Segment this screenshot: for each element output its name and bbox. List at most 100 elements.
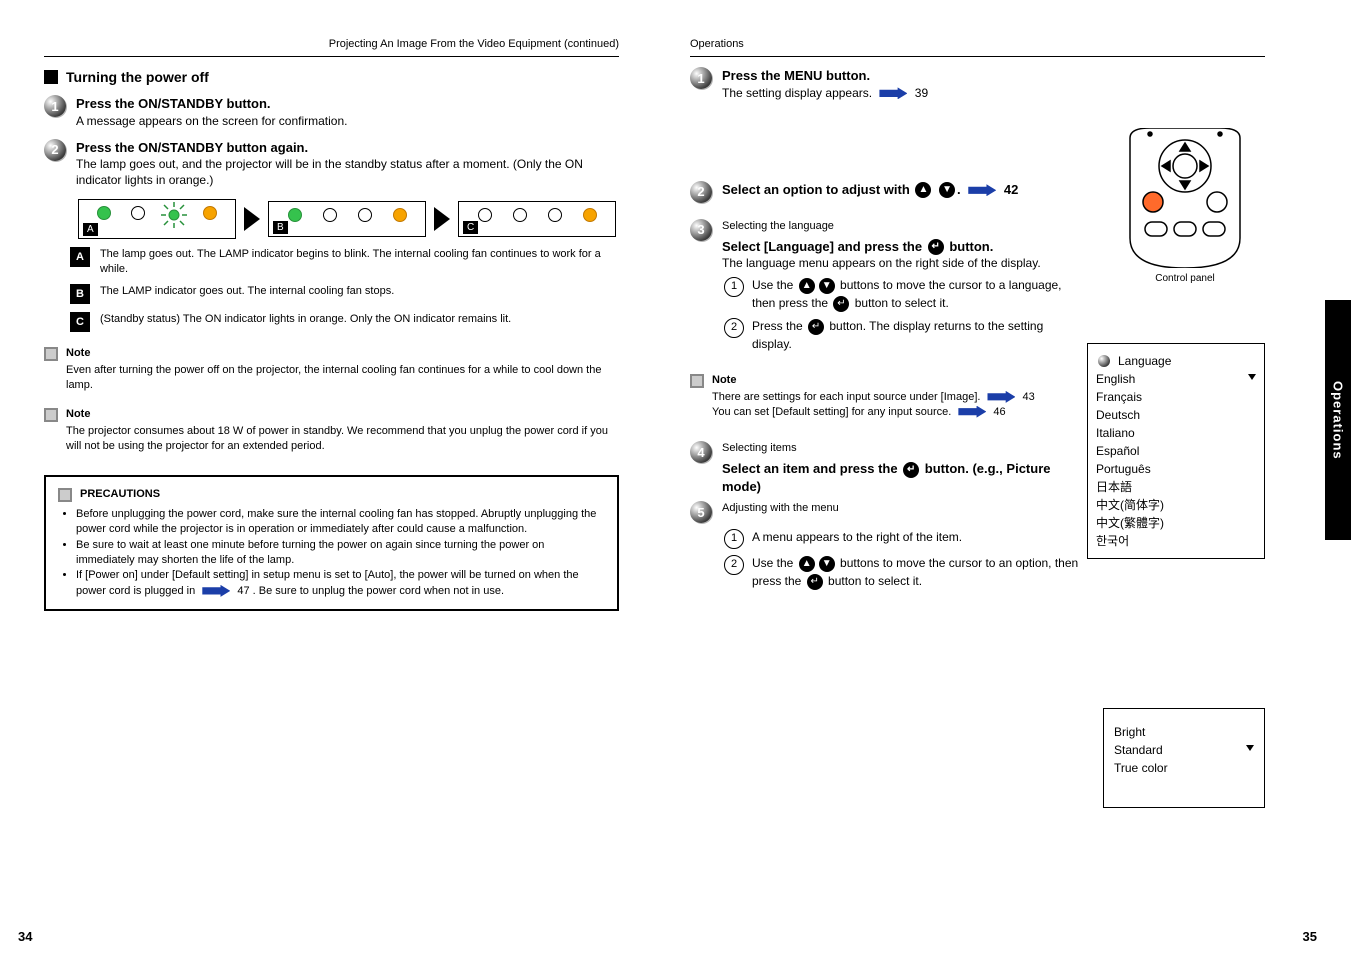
r-step-3-sub-2: 2 Press the ↵ button. The display return… [724, 318, 1084, 353]
section-title-power-off: Turning the power off [44, 69, 619, 85]
r-step-3: 3 Selecting the language Select [Languag… [690, 219, 1070, 272]
language-option: Português [1096, 460, 1256, 478]
led-blink-green-icon [165, 206, 183, 224]
page-number-right: 35 [1303, 929, 1317, 944]
down-button-icon: ▼ [939, 182, 955, 198]
led-on-green-icon [288, 208, 302, 222]
led-panels-row: A B C [78, 199, 619, 239]
caution-item-3: If [Power on] under [Default setting] in… [76, 568, 605, 599]
page-number-left: 34 [18, 929, 32, 944]
side-tab-operations: Operations [1325, 300, 1351, 540]
section-bullet-icon [44, 70, 58, 84]
note-title: Note [66, 407, 619, 422]
panel-a-tag: A [70, 247, 90, 267]
panel-c-text: (Standby status) The ON indicator lights… [100, 312, 511, 327]
r-step-4: 4 Selecting items Select an item and pre… [690, 441, 1080, 495]
enter-button-icon: ↵ [833, 296, 849, 312]
note-icon [690, 374, 704, 388]
note-icon [44, 408, 58, 422]
led-off-icon [323, 208, 337, 222]
step-2-desc: The lamp goes out, and the projector wil… [76, 156, 619, 188]
r-step-1-number-icon: 1 [690, 67, 712, 89]
caution-title: PRECAUTIONS [80, 487, 160, 502]
enter-button-icon: ↵ [903, 462, 919, 478]
r-step-5-sub-2: 2 Use the ▲▼ buttons to move the cursor … [724, 555, 1084, 590]
enter-button-icon: ↵ [928, 239, 944, 255]
panel-b-tag: B [70, 284, 90, 304]
picture-mode-option: Bright [1114, 723, 1254, 741]
precautions-box: PRECAUTIONS Before unplugging the power … [44, 475, 619, 611]
r-step-5: 5 Adjusting with the menu [690, 501, 1080, 523]
panel-b-text: The LAMP indicator goes out. The interna… [100, 284, 394, 299]
language-option: 中文(简体字) [1096, 496, 1256, 514]
led-panel-a-label: A [83, 223, 98, 236]
note-standby-power: Note The projector consumes about 18 W o… [44, 407, 619, 454]
step-1-lead: Press the ON/STANDBY button. [76, 95, 619, 113]
down-button-icon: ▼ [819, 556, 835, 572]
r-step-1-lead: Press the MENU button. [722, 67, 1080, 85]
arrow-right-icon [244, 207, 260, 231]
r-step-5-sub-1: 1 A menu appears to the right of the ite… [724, 529, 1084, 549]
r-step-3-number-icon: 3 [690, 219, 712, 241]
panel-a-text: The lamp goes out. The LAMP indicator be… [100, 247, 619, 277]
caution-item-2: Be sure to wait at least one minute befo… [76, 538, 605, 569]
page-ref-arrow-icon [958, 406, 986, 418]
led-off-icon [358, 208, 372, 222]
r-step-2-ref: 42 [1004, 182, 1018, 197]
led-panel-a: A [78, 199, 236, 239]
note-body: The projector consumes about 18 W of pow… [66, 424, 619, 454]
remote-caption: Control panel [1105, 273, 1265, 284]
led-on-orange-icon [203, 206, 217, 220]
language-option: 한국어 [1096, 532, 1256, 550]
language-option: 中文(繁體字) [1096, 514, 1256, 532]
page-ref-arrow-icon [987, 391, 1015, 403]
r-step-2-number-icon: 2 [690, 181, 712, 203]
led-panel-b: B [268, 201, 426, 237]
picture-mode-menu: Bright Standard True color [1103, 708, 1265, 808]
menu-ball-icon [1098, 355, 1110, 367]
led-on-orange-icon [583, 208, 597, 222]
language-option-selected: English [1096, 370, 1256, 388]
led-on-green-icon [97, 206, 111, 220]
r-step-2: 2 Select an option to adjust with ▲ ▼. 4… [690, 181, 1160, 203]
language-option: Español [1096, 442, 1256, 460]
r-step-1: 1 Press the MENU button. The setting dis… [690, 67, 1080, 171]
note-icon [44, 347, 58, 361]
panel-b-desc: B The LAMP indicator goes out. The inter… [70, 284, 619, 304]
step-1-desc: A message appears on the screen for conf… [76, 113, 619, 129]
r-step-3-desc: The language menu appears on the right s… [722, 255, 1070, 271]
page-ref-arrow-icon [879, 87, 907, 99]
step-1-number-icon: 1 [44, 95, 66, 117]
caution-page-ref: 47 [237, 585, 249, 597]
up-button-icon: ▲ [915, 182, 931, 198]
up-button-icon: ▲ [799, 278, 815, 294]
language-option: Deutsch [1096, 406, 1256, 424]
step-1: 1 Press the ON/STANDBY button. A message… [44, 95, 619, 129]
remote-illustration: Control panel [1105, 128, 1265, 268]
r-step-2-lead: Select an option to adjust with ▲ ▼. 42 [722, 181, 1160, 199]
substep-2-icon: 2 [724, 555, 744, 575]
r-step-1-desc: The setting display appears. 39 [722, 85, 1080, 101]
panel-a-desc: A The lamp goes out. The LAMP indicator … [70, 247, 619, 277]
step-2: 2 Press the ON/STANDBY button again. The… [44, 139, 619, 189]
r-step-3-title: Selecting the language [722, 219, 1070, 234]
picture-mode-option: True color [1114, 759, 1254, 777]
caution-item-1: Before unplugging the power cord, make s… [76, 507, 605, 538]
language-option: Italiano [1096, 424, 1256, 442]
picture-mode-option-selected: Standard [1114, 741, 1254, 759]
down-button-icon: ▼ [819, 278, 835, 294]
language-menu: Language English Français Deutsch Italia… [1087, 343, 1265, 559]
r-step-3-lead: Select [Language] and press the ↵ button… [722, 238, 1070, 256]
r-step-3-sub-1: 1 Use the ▲▼ buttons to move the cursor … [724, 277, 1084, 312]
substep-1-icon: 1 [724, 529, 744, 549]
panel-c-tag: C [70, 312, 90, 332]
substep-1-icon: 1 [724, 277, 744, 297]
r-step-5-number-icon: 5 [690, 501, 712, 523]
language-option: Français [1096, 388, 1256, 406]
section-title-text: Turning the power off [66, 69, 209, 85]
running-header-left: Projecting An Image From the Video Equip… [44, 38, 619, 57]
page-ref-arrow-icon [202, 585, 230, 597]
caution-icon [58, 488, 72, 502]
led-off-icon [548, 208, 562, 222]
running-header-right: Operations [690, 38, 1265, 57]
